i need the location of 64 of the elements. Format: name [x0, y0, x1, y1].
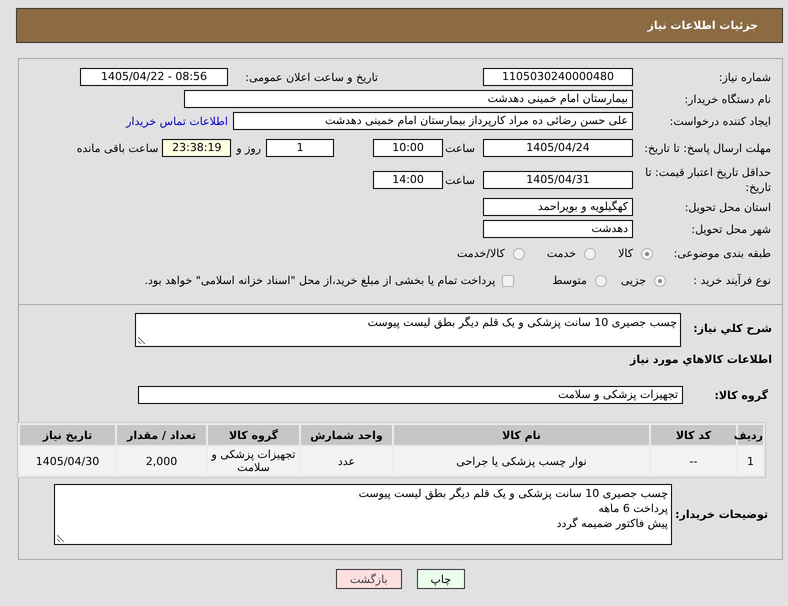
page-title: جزئیات اطلاعات نیاز	[648, 19, 758, 32]
field-label: طبقه بندی موضوعی:	[672, 247, 772, 260]
buyer-field[interactable]: بیمارستان امام خمینی دهدشت	[184, 90, 633, 108]
province-field[interactable]: کهگیلویه و بویراحمد	[483, 198, 633, 216]
checkbox[interactable]	[502, 274, 514, 286]
column-header: تعداد / مقدار	[117, 425, 206, 445]
column-header: تاریخ نیاز	[20, 425, 115, 445]
creator-field[interactable]: علی حسن رضائی ده مراد کارپرداز بیمارستان امام خمینی دهدشت	[233, 112, 633, 130]
option-label: کالا	[618, 247, 633, 260]
field-label: شهر محل تحویل:	[690, 222, 772, 236]
column-header: کد کالا	[651, 425, 736, 445]
field-label: گروه کالا:	[713, 388, 769, 402]
description-field[interactable]: چسب جصیری 10 سانت پزشکی و یک قلم دیگر بطق لیست پیوست	[135, 313, 681, 347]
days-label: روز و	[236, 142, 262, 154]
print-button[interactable]: چاپ	[416, 569, 466, 589]
radio-button[interactable]	[641, 248, 653, 260]
column-header: گروه کالا	[208, 425, 299, 445]
field-label: نوع فرآیند خرید :	[692, 274, 772, 287]
remaining-time-field[interactable]: 23:38:19	[162, 139, 232, 157]
validity-time-field[interactable]: 14:00	[373, 171, 444, 189]
field-label: شرح کلي نياز:	[692, 321, 773, 335]
field-label: حداقل تاریخ اعتبار قیمت: تا تاریخ:	[644, 165, 772, 195]
table-cell: تجهیزات پزشکی و سلامت	[208, 447, 299, 475]
table-cell: 1	[738, 447, 763, 475]
table-cell: --	[651, 447, 736, 475]
need-number-field[interactable]: 1105030240000480	[483, 68, 633, 86]
table-cell: نوار چسب پزشکی یا جراحی	[394, 447, 649, 475]
column-header: نام کالا	[394, 425, 649, 445]
radio-button[interactable]	[594, 274, 607, 286]
option-label: جزیی	[620, 274, 646, 287]
option-label: متوسط	[552, 274, 587, 287]
radio-button[interactable]	[584, 248, 596, 260]
announce-date-field[interactable]: 1405/04/22 - 08:56	[80, 68, 228, 86]
column-header: واحد شمارش	[301, 425, 392, 445]
field-label: شماره نیاز:	[718, 70, 772, 84]
validity-date-field[interactable]: 1405/04/31	[483, 171, 633, 189]
contact-info-link[interactable]: اطلاعات تماس خریدار	[126, 114, 228, 128]
radio-button[interactable]	[654, 274, 666, 286]
option-label: خدمت	[546, 247, 576, 260]
table-cell: 1405/04/30	[20, 447, 115, 475]
deadline-date-field[interactable]: 1405/04/24	[483, 139, 633, 157]
payment-note: پرداخت تمام یا بخشی از مبلغ خرید،از محل "اسناد خزانه اسلامی" خواهد بود.	[144, 274, 496, 287]
deadline-time-field[interactable]: 10:00	[373, 139, 444, 157]
radio-button[interactable]	[512, 248, 525, 260]
buyer-notes-field[interactable]: چسب جصیری 10 سانت پزشکی و یک قلم دیگر بطق لیست پیوست پرداخت 6 ماهه پیش فاکتور ضمیمه گردد	[54, 484, 672, 545]
field-label: مهلت ارسال پاسخ: تا تاریخ:	[643, 140, 772, 156]
city-field[interactable]: دهدشت	[483, 220, 633, 238]
table-cell: 2,000	[117, 447, 206, 475]
back-button[interactable]: بازگشت	[336, 569, 402, 589]
remaining-label: ساعت باقی مانده	[76, 142, 158, 154]
goods-group-field[interactable]: تجهیزات پزشکی و سلامت	[138, 386, 683, 404]
table-cell: عدد	[301, 447, 392, 475]
field-label: نام دستگاه خریدار:	[683, 92, 772, 106]
time-label: ساعت	[445, 142, 475, 154]
field-label: تاریخ و ساعت اعلان عمومی:	[244, 70, 378, 84]
resize-grip-icon	[57, 534, 65, 542]
field-label: توضیحات خریدار:	[674, 508, 769, 521]
option-label: کالا/خدمت	[457, 247, 505, 260]
section-heading: اطلاعات کالاهاي مورد نياز	[628, 352, 773, 368]
field-label: ایجاد کننده درخواست:	[668, 114, 772, 128]
resize-grip-icon	[138, 336, 146, 344]
time-label: ساعت	[445, 174, 475, 186]
field-label: استان محل تحویل:	[684, 200, 772, 214]
days-field[interactable]: 1	[266, 139, 334, 157]
